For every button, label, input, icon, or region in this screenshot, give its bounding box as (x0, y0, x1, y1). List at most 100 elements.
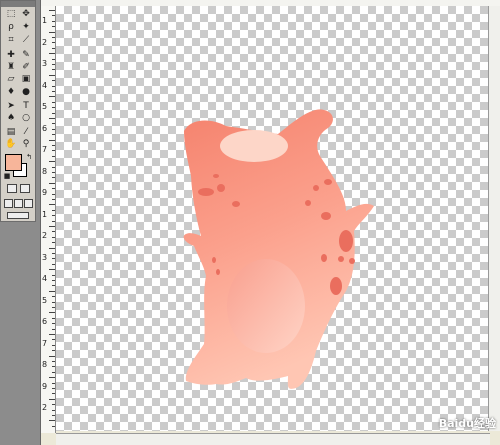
gradient-icon[interactable]: ▣ (19, 74, 33, 85)
path-selection-icon[interactable]: ➤ (4, 101, 18, 112)
ruler-tick (52, 101, 55, 103)
ruler-tick (52, 339, 55, 341)
ruler-tick (52, 366, 55, 368)
ruler-tick (52, 258, 55, 260)
ruler-tick (52, 37, 55, 38)
ruler-tick (52, 80, 55, 82)
ruler-tick (52, 253, 55, 254)
ruler-tick (49, 204, 55, 206)
jump-to-imageready-icon[interactable] (7, 212, 29, 219)
ruler-tick (52, 382, 55, 384)
ruler-tick (52, 107, 55, 109)
standard-mode-icon[interactable] (7, 184, 17, 193)
default-colors-icon[interactable]: ■ (3, 172, 11, 180)
ruler-tick (52, 242, 55, 244)
ruler-tick (52, 91, 55, 92)
marquee-icon[interactable]: ⬚ (4, 9, 18, 20)
ruler-tick (52, 285, 55, 287)
ruler-tick (49, 161, 55, 163)
ruler-tick (52, 58, 55, 60)
document-window: 1234567891234567892 Baidu经验 (40, 0, 500, 445)
ruler-tick (52, 404, 55, 406)
ruler-tick (52, 415, 55, 416)
ruler-tick (49, 420, 55, 422)
notes-icon[interactable]: ▤ (4, 127, 18, 138)
clone-stamp-icon[interactable]: ♜ (4, 62, 18, 73)
vertical-scrollbar[interactable] (488, 6, 500, 431)
brush-icon[interactable]: ✎ (19, 50, 33, 61)
screen-mode-full-icon[interactable] (24, 199, 33, 208)
ruler-label: 5 (42, 295, 48, 305)
screen-mode-menubar-icon[interactable] (14, 199, 23, 208)
lasso-icon[interactable]: ρ (4, 22, 18, 33)
ruler-tick (52, 296, 55, 298)
ruler-tick (49, 269, 55, 271)
healing-brush-icon[interactable]: ✚ (4, 50, 18, 61)
ruler-tick (52, 344, 55, 346)
ruler-tick (52, 150, 55, 152)
ruler-tick (49, 290, 55, 292)
ruler-label: 7 (42, 145, 48, 154)
ruler-tick (52, 393, 55, 395)
ruler-tick (49, 74, 55, 76)
ruler-tick (49, 312, 55, 314)
eraser-icon[interactable]: ▱ (4, 74, 18, 85)
slice-icon[interactable]: ⟋ (19, 35, 33, 46)
ruler-tick (52, 317, 55, 319)
foreground-color-swatch[interactable] (5, 154, 22, 171)
ruler-tick (49, 118, 55, 119)
shape-icon[interactable]: ○ (19, 113, 33, 124)
ruler-label: 8 (42, 166, 48, 176)
pen-icon[interactable]: ♠ (4, 113, 18, 124)
ruler-label: 6 (42, 123, 48, 133)
ruler-tick (49, 355, 55, 357)
ruler-tick (52, 307, 55, 308)
ruler-label: 2 (42, 403, 48, 412)
dodge-icon[interactable]: ● (19, 87, 33, 98)
ruler-label: 9 (42, 188, 48, 197)
ruler-tick (49, 334, 55, 335)
swap-colors-icon[interactable]: ↰ (25, 153, 33, 161)
ruler-tick (49, 377, 55, 379)
ruler-label: 9 (42, 381, 48, 391)
ruler-label: 2 (42, 37, 48, 47)
zoom-icon[interactable]: ⚲ (19, 139, 33, 150)
ruler-tick (52, 371, 55, 373)
eyedropper-icon[interactable]: ⁄ (19, 127, 33, 138)
blur-icon[interactable]: ♦ (4, 87, 18, 98)
ruler-label: 2 (42, 231, 48, 240)
ruler-tick (49, 96, 55, 98)
palette-grip[interactable] (1, 1, 35, 7)
ruler-label: 3 (42, 59, 48, 68)
screen-mode-standard-icon[interactable] (4, 199, 13, 208)
ruler-label: 4 (42, 274, 48, 283)
ruler-tick (52, 280, 55, 281)
ruler-label: 3 (42, 252, 48, 262)
ruler-tick (52, 26, 55, 28)
ruler-tick (49, 10, 55, 11)
ruler-tick (52, 301, 55, 303)
ruler-tick (52, 236, 55, 238)
move-icon[interactable]: ✥ (19, 9, 33, 20)
quick-mask-icon[interactable] (20, 184, 30, 193)
ruler-tick (52, 42, 55, 44)
ruler-tick (49, 53, 55, 55)
magic-wand-icon[interactable]: ✦ (19, 22, 33, 33)
ruler-tick (52, 409, 55, 411)
ruler-tick (52, 123, 55, 125)
ruler-tick (52, 388, 55, 389)
ruler-tick (49, 247, 55, 249)
type-icon[interactable]: T (19, 101, 33, 112)
left-ruler: 1 2 3 4 5 6 7 8 9 1 2 3 4 5 6 7 8 9 2 (41, 6, 56, 433)
ruler-tick (52, 350, 55, 352)
horizontal-scrollbar[interactable] (56, 433, 490, 445)
pig-head-highlight (220, 130, 288, 162)
history-brush-icon[interactable]: ✐ (19, 62, 33, 73)
ruler-tick (52, 188, 55, 190)
crop-icon[interactable]: ⌗ (4, 35, 18, 46)
ruler-label: 8 (42, 360, 48, 369)
ruler-label: 4 (42, 80, 48, 90)
canvas[interactable] (56, 6, 489, 431)
hand-icon[interactable]: ✋ (4, 139, 18, 150)
ruler-tick (52, 112, 55, 114)
